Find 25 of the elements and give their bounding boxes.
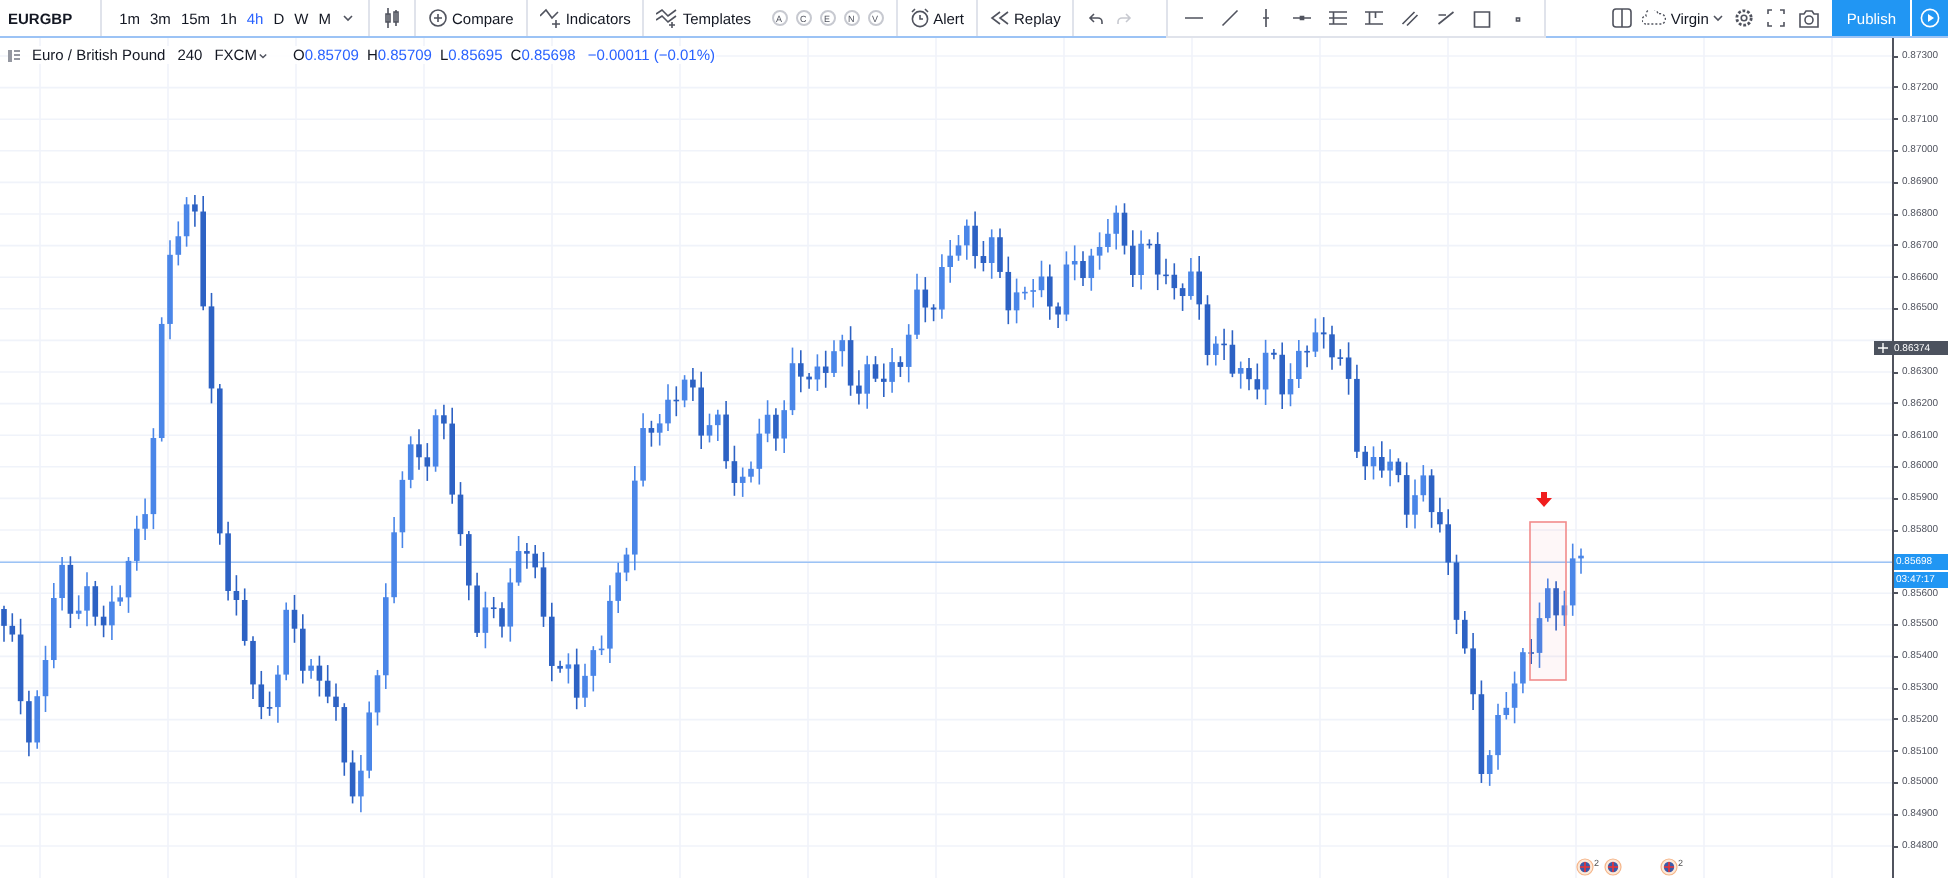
cloud-icon bbox=[1642, 10, 1667, 26]
settings-icon[interactable] bbox=[1734, 8, 1755, 28]
layout-icon[interactable] bbox=[1612, 8, 1633, 28]
chevron-down-icon[interactable] bbox=[258, 51, 269, 59]
candles-icon[interactable] bbox=[383, 8, 400, 28]
undo-icon[interactable] bbox=[1088, 11, 1105, 25]
highlight-rectangle[interactable] bbox=[1529, 521, 1567, 681]
templates-icon bbox=[656, 8, 679, 28]
event-flag-icon[interactable] bbox=[1604, 858, 1622, 876]
rectangle-icon[interactable] bbox=[1470, 5, 1495, 29]
fullscreen-icon[interactable] bbox=[1766, 8, 1787, 28]
event-flag-icon[interactable] bbox=[1660, 858, 1678, 876]
symbol-icon bbox=[8, 49, 20, 61]
play-icon[interactable] bbox=[1920, 8, 1940, 28]
add-circle-icon bbox=[427, 8, 448, 28]
plus-icon[interactable] bbox=[1874, 341, 1892, 356]
event-flag-icon[interactable] bbox=[1576, 858, 1594, 876]
camera-icon[interactable] bbox=[1798, 9, 1821, 27]
trend-line-icon[interactable] bbox=[1218, 5, 1243, 29]
arrow-down-icon[interactable] bbox=[1536, 492, 1552, 507]
chevron-down-icon bbox=[1712, 12, 1725, 24]
alarm-clock-icon bbox=[909, 8, 930, 28]
rewind-icon bbox=[989, 10, 1010, 26]
chevron-down-icon[interactable] bbox=[341, 12, 354, 24]
indicator-line-icon bbox=[539, 8, 562, 28]
